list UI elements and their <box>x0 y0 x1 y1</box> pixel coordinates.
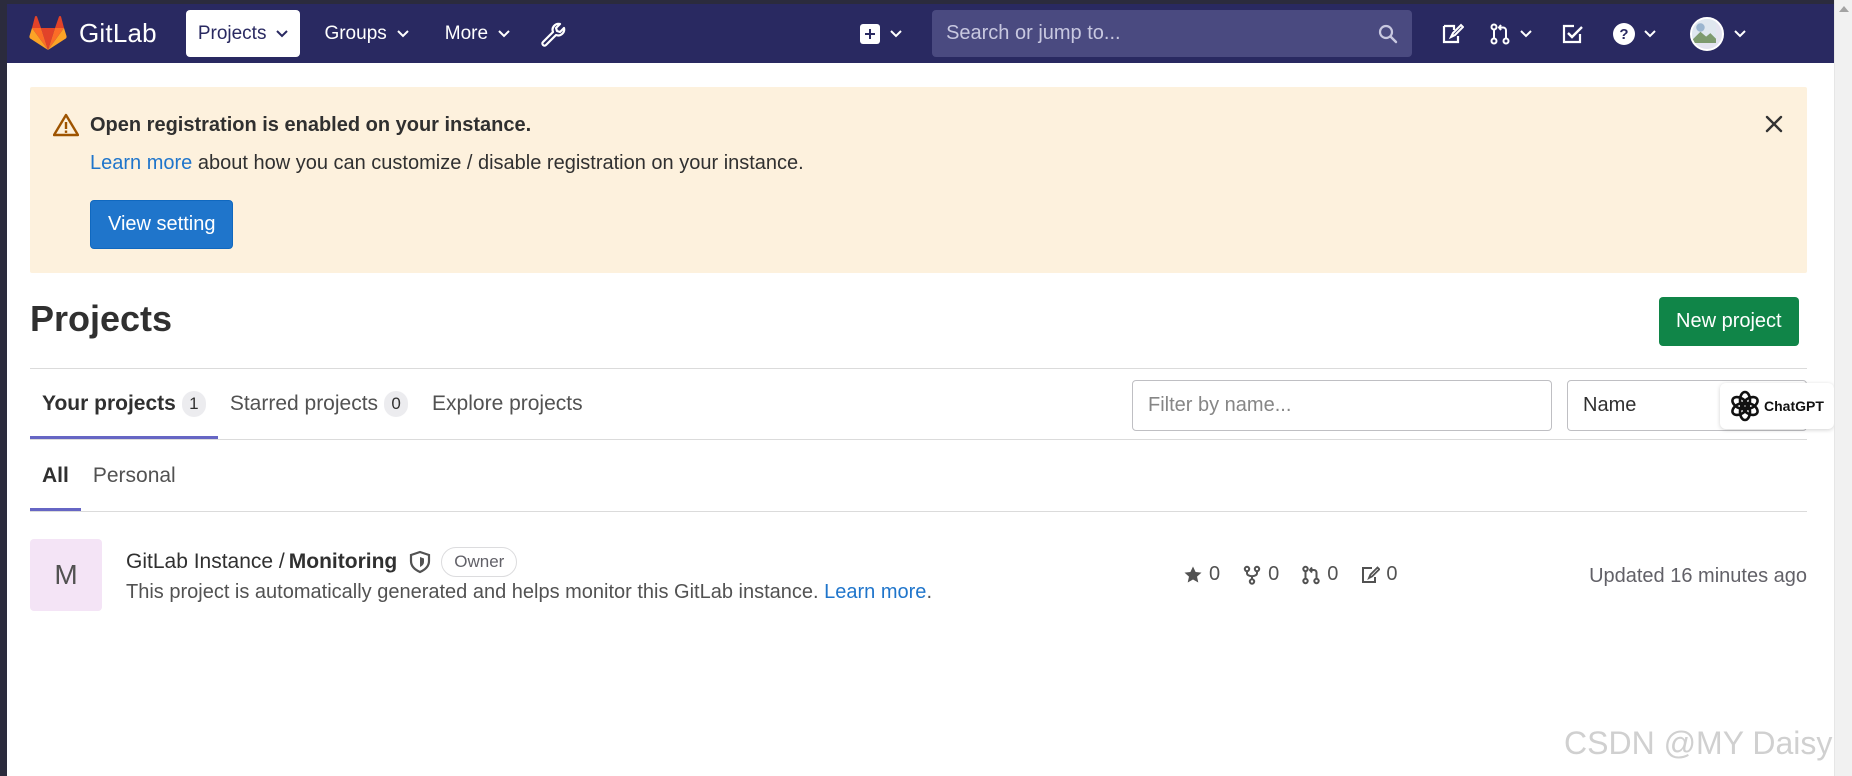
divider <box>30 511 1807 512</box>
divider <box>30 439 1807 440</box>
vertical-scrollbar[interactable] <box>1834 0 1852 776</box>
user-menu-button[interactable] <box>1690 16 1746 51</box>
tab-starred-projects[interactable]: Starred projects 0 <box>218 369 420 439</box>
tab-label: Starred projects <box>229 392 379 415</box>
projects-menu-button[interactable]: Projects <box>185 10 301 57</box>
search-icon <box>1378 24 1398 43</box>
page-title: Projects <box>30 298 173 339</box>
issues-nav-button[interactable] <box>1440 22 1465 46</box>
chatgpt-label: ChatGPT <box>1764 398 1824 414</box>
filter-placeholder: Filter by name... <box>1148 394 1292 416</box>
tab-label: Explore projects <box>432 392 583 415</box>
subtab-all[interactable]: All <box>30 440 81 511</box>
issues-icon <box>1362 565 1381 583</box>
merge-request-icon <box>1302 565 1320 584</box>
chevron-down-icon <box>498 29 510 37</box>
todo-checkbox-icon <box>1562 24 1583 43</box>
description-text: This project is automatically generated … <box>126 581 825 603</box>
close-icon[interactable] <box>1765 115 1783 133</box>
merge-request-icon <box>1490 23 1510 44</box>
chevron-down-icon <box>397 29 409 37</box>
issues-count: 0 <box>1386 563 1398 585</box>
description-period: . <box>926 581 932 603</box>
project-title: GitLab Instance / Monitoring Owner <box>126 547 518 577</box>
groups-menu-button[interactable]: Groups <box>312 10 420 57</box>
gitlab-brand-name: GitLab <box>79 18 157 48</box>
stars-stat[interactable]: 0 <box>1183 563 1220 586</box>
fork-icon <box>1243 565 1261 585</box>
help-nav-button[interactable]: ? <box>1612 22 1656 46</box>
registration-alert: Open registration is enabled on your ins… <box>30 87 1807 273</box>
top-navbar: GitLab Projects Groups More Search or ju… <box>7 4 1834 63</box>
more-menu-button[interactable]: More <box>433 10 522 57</box>
project-avatar[interactable]: M <box>30 539 102 611</box>
project-filter-subtabs: All Personal <box>30 440 188 511</box>
project-namespace[interactable]: GitLab Instance / <box>126 550 285 574</box>
todos-nav-button[interactable] <box>1560 22 1584 46</box>
view-setting-button[interactable]: View setting <box>90 200 234 249</box>
more-menu-label: More <box>444 22 489 44</box>
tab-explore-projects[interactable]: Explore projects <box>420 369 595 439</box>
gitlab-logo-icon <box>29 15 67 50</box>
avatar-image-icon <box>1692 18 1717 43</box>
chevron-down-icon <box>276 29 289 37</box>
search-placeholder: Search or jump to... <box>946 22 1121 44</box>
plus-square-icon <box>860 23 881 44</box>
count-badge: 1 <box>181 391 206 417</box>
project-tabs: Your projects 1 Starred projects 0 Explo… <box>30 369 595 439</box>
shield-icon <box>410 550 431 574</box>
new-project-button[interactable]: New project <box>1659 297 1799 346</box>
chevron-down-icon <box>1520 29 1532 37</box>
help-question-icon: ? <box>1613 22 1636 45</box>
user-avatar <box>1690 16 1725 51</box>
project-description: This project is automatically generated … <box>126 581 932 604</box>
alert-body: Learn more about how you can customize /… <box>90 152 804 175</box>
gitlab-home-link[interactable]: GitLab <box>29 15 157 52</box>
admin-wrench-icon[interactable] <box>540 21 566 47</box>
search-input[interactable]: Search or jump to... <box>932 10 1413 57</box>
chatgpt-logo-icon <box>1731 390 1759 422</box>
scroll-up-arrow-icon[interactable] <box>1839 6 1849 12</box>
watermark-text: CSDN @MY Daisy <box>1564 725 1833 761</box>
window-frame-left <box>0 0 7 776</box>
chevron-down-icon <box>1734 29 1746 37</box>
alert-text: about how you can customize / disable re… <box>192 152 804 174</box>
stars-count: 0 <box>1209 563 1221 585</box>
chevron-down-icon <box>1644 29 1656 37</box>
star-icon <box>1184 566 1202 582</box>
projects-menu-label: Projects <box>197 22 267 44</box>
project-name-link[interactable]: Monitoring <box>289 550 397 574</box>
issues-stat[interactable]: 0 <box>1360 563 1398 586</box>
filter-by-name-input[interactable]: Filter by name... <box>1132 380 1552 431</box>
create-new-dropdown[interactable] <box>860 23 902 44</box>
merge-requests-stat[interactable]: 0 <box>1301 563 1338 586</box>
alert-title: Open registration is enabled on your ins… <box>90 114 532 136</box>
count-badge: 0 <box>384 391 409 417</box>
sort-value: Name <box>1583 394 1637 416</box>
svg-text:?: ? <box>1619 26 1628 43</box>
chevron-down-icon <box>890 29 902 37</box>
merge-requests-count: 0 <box>1327 563 1339 585</box>
alert-learn-more-link[interactable]: Learn more <box>90 152 192 174</box>
warning-icon <box>53 113 79 137</box>
tab-label: Your projects <box>42 392 176 415</box>
role-badge: Owner <box>441 547 518 577</box>
updated-timestamp: Updated 16 minutes ago <box>1589 565 1807 587</box>
merge-requests-nav-button[interactable] <box>1488 22 1532 46</box>
forks-count: 0 <box>1268 563 1280 585</box>
forks-stat[interactable]: 0 <box>1242 563 1279 586</box>
issues-icon <box>1442 23 1465 43</box>
groups-menu-label: Groups <box>324 22 387 44</box>
subtab-personal[interactable]: Personal <box>81 440 188 511</box>
project-stats: 0 0 0 0 <box>1183 563 1420 586</box>
tab-your-projects[interactable]: Your projects 1 <box>30 369 218 439</box>
description-learn-more-link[interactable]: Learn more <box>824 581 926 603</box>
chatgpt-extension-badge[interactable]: ChatGPT <box>1720 383 1834 429</box>
